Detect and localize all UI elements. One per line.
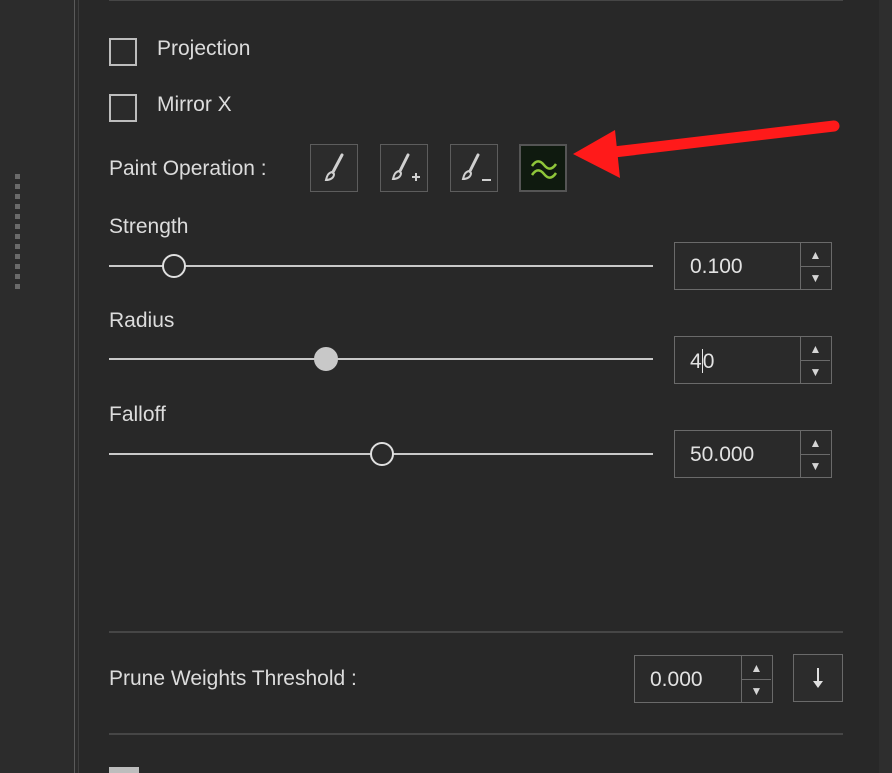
radius-slider-thumb[interactable] (314, 347, 338, 371)
radius-spinbox[interactable]: 40 ▲ ▼ (674, 336, 832, 384)
prune-threshold-value[interactable]: 0.000 (650, 668, 703, 692)
prune-weights-label: Prune Weights Threshold : (109, 667, 357, 690)
prune-decrement-button[interactable]: ▼ (742, 679, 771, 702)
brush-subtract-icon (461, 153, 491, 181)
prune-threshold-spinbox[interactable]: 0.000 ▲ ▼ (634, 655, 773, 703)
section-divider-top (109, 0, 843, 1)
annotation-arrow-icon (573, 120, 840, 178)
section-divider-bottom (109, 733, 843, 735)
projection-label: Projection (157, 37, 251, 60)
radius-label: Radius (109, 309, 175, 332)
splitter-line (74, 0, 75, 773)
brush-add-icon (391, 153, 420, 181)
radius-value-after-caret: 0 (702, 350, 715, 373)
falloff-value[interactable]: 50.000 (690, 443, 754, 467)
drag-handle-grip[interactable] (15, 174, 20, 292)
checkbox-partial[interactable] (109, 767, 139, 773)
radius-value[interactable]: 40 (690, 349, 714, 374)
paint-op-add-button[interactable] (380, 144, 428, 192)
paint-op-brush-button[interactable] (310, 144, 358, 192)
paint-op-smooth-button[interactable] (519, 144, 567, 192)
smooth-icon (530, 160, 558, 179)
strength-decrement-button[interactable]: ▼ (801, 266, 830, 289)
strength-label: Strength (109, 215, 189, 238)
strength-increment-button[interactable]: ▲ (801, 243, 830, 267)
falloff-spin-arrows: ▲ ▼ (800, 431, 831, 477)
mirror-x-checkbox[interactable] (109, 94, 137, 122)
prune-spin-arrows: ▲ ▼ (741, 656, 772, 702)
falloff-label: Falloff (109, 403, 166, 426)
falloff-decrement-button[interactable]: ▼ (801, 454, 830, 477)
section-divider (109, 631, 843, 633)
paint-operation-label: Paint Operation : (109, 157, 267, 180)
falloff-spinbox[interactable]: 50.000 ▲ ▼ (674, 430, 832, 478)
mirror-x-label: Mirror X (157, 93, 232, 116)
falloff-increment-button[interactable]: ▲ (801, 431, 830, 455)
strength-spinbox[interactable]: 0.100 ▲ ▼ (674, 242, 832, 290)
left-gutter (0, 0, 74, 773)
paint-op-subtract-button[interactable] (450, 144, 498, 192)
radius-increment-button[interactable]: ▲ (801, 337, 830, 361)
radius-slider-track[interactable] (109, 358, 653, 360)
radius-decrement-button[interactable]: ▼ (801, 360, 830, 383)
prune-increment-button[interactable]: ▲ (742, 656, 771, 680)
strength-spin-arrows: ▲ ▼ (800, 243, 831, 289)
scrollbar-track[interactable] (879, 0, 892, 773)
radius-value-before-caret: 4 (690, 350, 702, 373)
falloff-slider-thumb[interactable] (370, 442, 394, 466)
strength-slider-track[interactable] (109, 265, 653, 267)
strength-slider-thumb[interactable] (162, 254, 186, 278)
arrow-down-icon (813, 668, 823, 688)
strength-value[interactable]: 0.100 (690, 255, 743, 279)
prune-apply-button[interactable] (793, 654, 843, 702)
brush-icon (324, 153, 344, 182)
projection-checkbox[interactable] (109, 38, 137, 66)
radius-spin-arrows: ▲ ▼ (800, 337, 831, 383)
